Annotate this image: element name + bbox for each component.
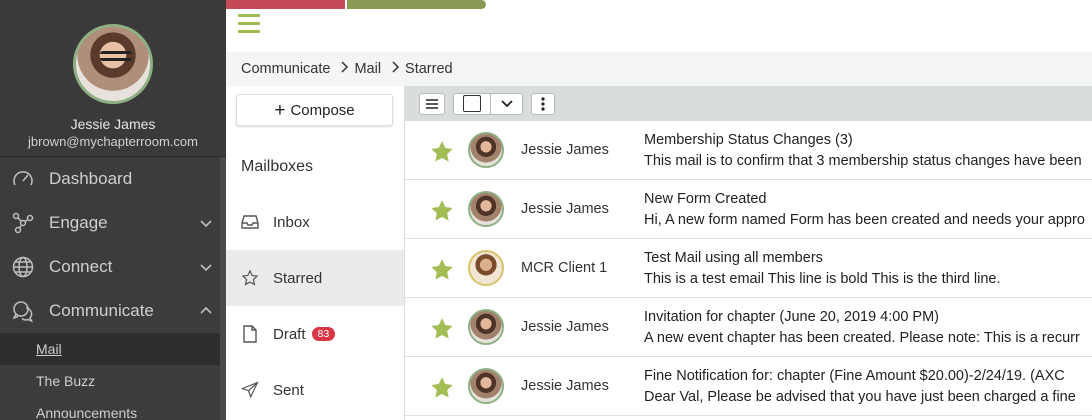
sender-avatar	[468, 309, 504, 345]
nav-item-label: Dashboard	[49, 169, 133, 188]
nav-item-dashboard[interactable]: Dashboard	[0, 157, 226, 201]
send-icon	[241, 381, 259, 399]
progress-segment-green	[347, 0, 486, 9]
nav-item-engage[interactable]: Engage	[0, 201, 226, 245]
draft-count-badge: 83	[311, 327, 336, 341]
mailbox-inbox[interactable]: Inbox	[226, 194, 404, 250]
more-vertical-icon	[541, 96, 545, 111]
chevron-down-icon[interactable]	[198, 215, 214, 231]
select-all-checkbox[interactable]	[462, 95, 481, 112]
mail-list-panel: Jessie James Membership Status Changes (…	[404, 86, 1092, 420]
nav-subitem-mail[interactable]: Mail	[0, 333, 226, 365]
mail-row[interactable]: Jessie James Membership Status Changes (…	[405, 121, 1092, 180]
file-icon	[241, 325, 259, 343]
inbox-icon	[241, 213, 259, 231]
breadcrumb: Communicate Mail Starred	[226, 52, 1092, 86]
mail-subject: New Form Created	[644, 191, 767, 207]
mail-subject: Test Mail using all members	[644, 250, 823, 266]
mail-row[interactable]: MCR Client 1 Test Mail using all members…	[405, 239, 1092, 298]
nav-item-label: Communicate	[49, 301, 154, 320]
select-all-dropdown[interactable]	[453, 92, 523, 115]
plus-icon: +	[274, 99, 286, 121]
sender-avatar	[468, 191, 504, 227]
mail-subject: Membership Status Changes (3)	[644, 132, 853, 148]
nav-item-label: Connect	[49, 257, 113, 276]
mailbox-label: Starred	[273, 269, 323, 287]
mailbox-starred[interactable]: Starred	[226, 250, 404, 306]
chevron-down-icon[interactable]	[500, 99, 514, 109]
breadcrumb-mail[interactable]: Mail	[354, 61, 381, 77]
main-nav: Dashboard Engage Connect Communicate Mai…	[0, 157, 226, 420]
star-outline-icon	[241, 269, 259, 287]
network-icon	[10, 210, 36, 236]
mailbox-draft[interactable]: Draft 83	[226, 306, 404, 362]
mail-preview: This is a test email This line is bold T…	[644, 271, 1001, 287]
chevron-right-icon	[391, 61, 400, 77]
star-filled-icon[interactable]	[429, 375, 455, 401]
mailboxes-title: Mailboxes	[241, 158, 314, 175]
profile-email: jbrown@mychapterroom.com	[28, 134, 198, 149]
menu-toggle-icon[interactable]	[238, 14, 260, 34]
mailbox-label: Inbox	[273, 213, 310, 231]
chevron-down-icon[interactable]	[198, 259, 214, 275]
mail-sender: Jessie James	[521, 201, 609, 217]
mail-subject: Fine Notification for: chapter (Fine Amo…	[644, 368, 1065, 384]
mailbox-label: Draft	[273, 325, 306, 343]
mail-preview: This mail is to confirm that 3 membershi…	[644, 153, 1082, 169]
mail-sender: MCR Client 1	[521, 260, 608, 276]
top-bar	[226, 0, 1092, 52]
compose-button[interactable]: + Compose	[236, 94, 393, 126]
sender-avatar	[468, 250, 504, 286]
nav-item-communicate[interactable]: Communicate	[0, 289, 226, 333]
profile-avatar[interactable]	[73, 24, 153, 104]
sender-avatar	[468, 132, 504, 168]
nav-subitem-the-buzz[interactable]: The Buzz	[0, 365, 226, 397]
profile-panel: Jessie James jbrown@mychapterroom.com	[0, 0, 226, 157]
star-filled-icon[interactable]	[429, 257, 455, 283]
breadcrumb-communicate[interactable]: Communicate	[241, 61, 330, 77]
progress-segment-red	[226, 0, 345, 9]
gauge-icon	[10, 166, 36, 192]
list-view-button[interactable]	[419, 92, 445, 115]
nav-item-connect[interactable]: Connect	[0, 245, 226, 289]
chevron-up-icon[interactable]	[198, 303, 214, 319]
mail-preview: A new event chapter has been created. Pl…	[644, 330, 1080, 346]
compose-label: Compose	[290, 101, 355, 119]
mail-preview: Dear Val, Please be advised that you hav…	[644, 389, 1076, 405]
list-icon	[426, 98, 438, 109]
globe-icon	[10, 254, 36, 280]
profile-name: Jessie James	[70, 116, 156, 132]
star-filled-icon[interactable]	[429, 139, 455, 165]
chevron-right-icon	[340, 61, 349, 77]
mail-sender: Jessie James	[521, 142, 609, 158]
sender-avatar	[468, 368, 504, 404]
more-options-button[interactable]	[531, 92, 555, 115]
star-filled-icon[interactable]	[429, 198, 455, 224]
chat-bubbles-icon	[10, 298, 36, 324]
mail-row[interactable]: Jessie James Fine Notification for: chap…	[405, 357, 1092, 416]
sidebar: Jessie James jbrown@mychapterroom.com Da…	[0, 0, 226, 420]
mail-sender: Jessie James	[521, 378, 609, 394]
nav-item-label: Engage	[49, 213, 108, 232]
nav-subitem-announcements[interactable]: Announcements	[0, 397, 226, 420]
mail-preview: Hi, A new form named Form has been creat…	[644, 212, 1085, 228]
breadcrumb-starred: Starred	[405, 61, 453, 77]
star-filled-icon[interactable]	[429, 316, 455, 342]
mail-row[interactable]: Jessie James Invitation for chapter (Jun…	[405, 298, 1092, 357]
mail-toolbar	[405, 86, 1092, 121]
mail-row[interactable]: Jessie James New Form Created Hi, A new …	[405, 180, 1092, 239]
mailbox-sent[interactable]: Sent	[226, 362, 404, 418]
mailbox-label: Sent	[273, 381, 304, 399]
mailbox-panel: + Compose Mailboxes Inbox Starred Draft …	[226, 86, 404, 420]
mail-sender: Jessie James	[521, 319, 609, 335]
mail-subject: Invitation for chapter (June 20, 2019 4:…	[644, 309, 940, 325]
